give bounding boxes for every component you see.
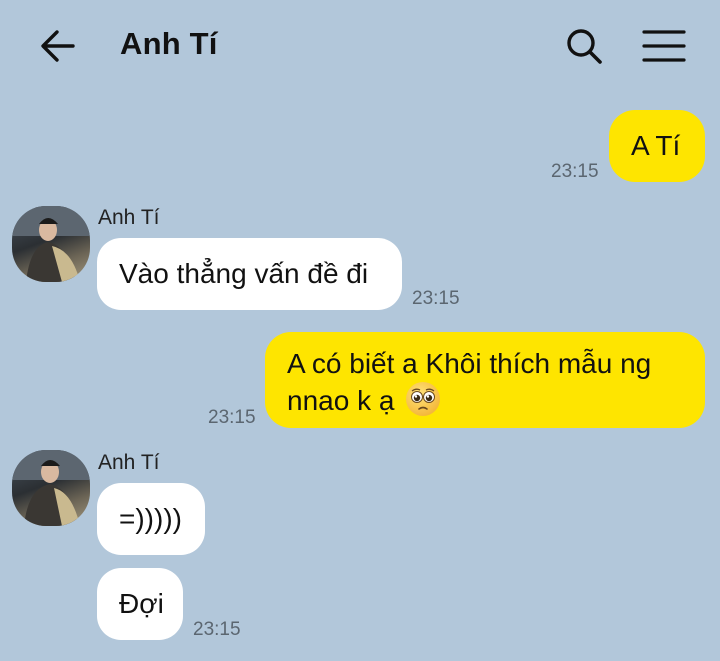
message-text: Đợi [119, 588, 164, 619]
message-text: =))))) [119, 503, 182, 534]
search-button[interactable] [560, 22, 608, 70]
sender-avatar[interactable] [12, 450, 90, 526]
search-icon [567, 29, 602, 64]
person-photo-icon [12, 206, 90, 282]
incoming-message-bubble[interactable]: Đợi [97, 568, 183, 640]
sender-avatar[interactable] [12, 206, 90, 282]
message-time: 23:15 [412, 288, 460, 309]
outgoing-message-bubble[interactable]: A Tí [609, 110, 705, 182]
arrow-left-icon [41, 30, 75, 62]
person-photo-icon [12, 450, 90, 526]
incoming-message-bubble[interactable]: =))))) [97, 483, 205, 555]
chat-header: Anh Tí [0, 0, 720, 92]
back-button[interactable] [34, 24, 82, 68]
sender-name: Anh Tí [98, 451, 160, 474]
pleading-face-emoji-icon [406, 382, 441, 416]
chat-title: Anh Tí [120, 26, 218, 61]
message-text: nnao k ạ [287, 385, 395, 416]
message-text: A Tí [631, 130, 681, 161]
menu-button[interactable] [638, 22, 690, 70]
message-time: 23:15 [551, 161, 599, 182]
message-time: 23:15 [208, 407, 256, 428]
outgoing-message-bubble[interactable]: A có biết a Khôi thích mẫu ng nnao k ạ [265, 332, 705, 428]
hamburger-menu-icon [642, 30, 686, 62]
message-text: Vào thẳng vấn đề đi [119, 258, 369, 289]
message-time: 23:15 [193, 619, 241, 640]
message-text-line-2: nnao k ạ [287, 382, 705, 419]
incoming-message-bubble[interactable]: Vào thẳng vấn đề đi [97, 238, 402, 310]
message-text-line: A có biết a Khôi thích mẫu ng [287, 348, 652, 379]
sender-name: Anh Tí [98, 206, 160, 229]
